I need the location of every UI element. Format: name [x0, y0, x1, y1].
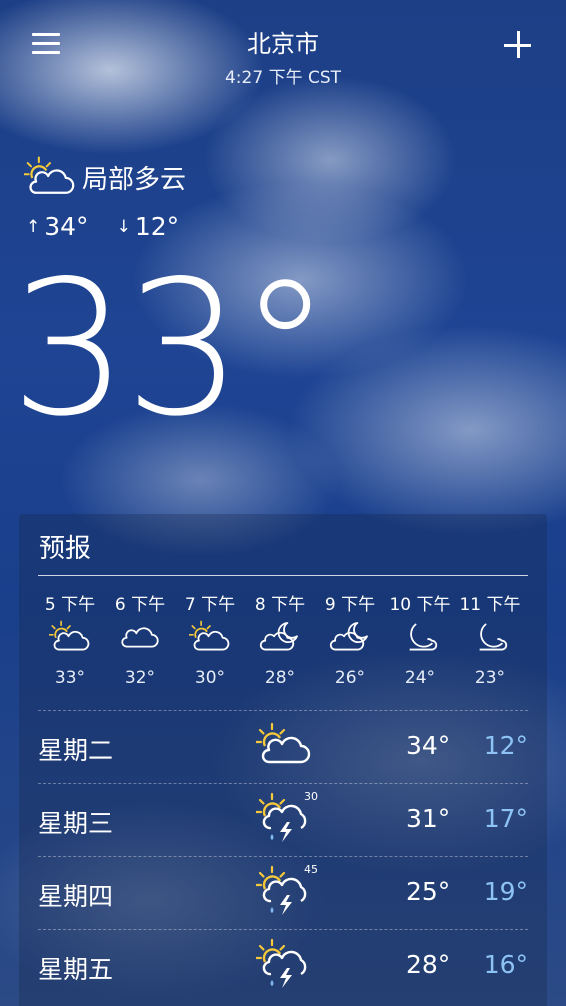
moon-cloud-icon — [469, 620, 511, 654]
current-condition: 局部多云 — [24, 152, 186, 202]
hourly-item: 11 下午 23° — [455, 590, 525, 688]
day-name: 星期三 — [38, 809, 114, 838]
hourly-item: 8 下午 28° — [245, 590, 315, 688]
hour-temp: 24° — [404, 668, 436, 688]
daily-row[interactable]: 星期四 45 25° 19° — [38, 856, 528, 929]
today-high-low: ↑ 34° ↓ 12° — [26, 212, 179, 241]
divider — [38, 575, 528, 576]
hour-time: 9 下午 — [324, 595, 376, 615]
hour-time: 10 下午 — [389, 595, 451, 615]
hour-time: 8 下午 — [254, 595, 306, 615]
day-low: 12° — [483, 731, 528, 760]
add-location-icon[interactable] — [503, 30, 533, 60]
day-name: 星期二 — [38, 736, 114, 765]
hourly-item: 5 下午 33° — [35, 590, 105, 688]
app-header: 北京市 4:27 下午 CST — [0, 0, 566, 96]
hour-temp: 30° — [194, 668, 226, 688]
day-high: 34° — [406, 731, 451, 760]
partly-cloudy-night-icon — [259, 620, 301, 654]
partly-cloudy-night-icon — [329, 620, 371, 654]
day-name: 星期四 — [38, 882, 114, 911]
precip-chance: 30 — [304, 790, 318, 803]
forecast-title: 预报 — [39, 534, 92, 564]
partly-cloudy-day-icon — [49, 620, 91, 654]
hour-time: 7 下午 — [184, 595, 236, 615]
hourly-item: 10 下午 24° — [385, 590, 455, 688]
day-high: 25° — [406, 877, 451, 906]
hourly-item: 9 下午 26° — [315, 590, 385, 688]
city-name: 北京市 — [247, 30, 319, 58]
day-low: 19° — [483, 877, 528, 906]
hour-temp: 26° — [334, 668, 366, 688]
day-name: 星期五 — [38, 955, 114, 984]
partly-cloudy-day-icon — [189, 620, 231, 654]
current-temperature: 33° — [10, 240, 332, 457]
partly-cloudy-day-icon — [24, 155, 76, 199]
day-high: 28° — [406, 950, 451, 979]
daily-row[interactable]: 星期二 34° 12° — [38, 710, 528, 783]
daily-row[interactable]: 星期三 30 31° 17° — [38, 783, 528, 856]
precip-chance: 45 — [304, 863, 318, 876]
local-time: 4:27 下午 CST — [224, 68, 342, 88]
hourly-item: 6 下午 32° — [105, 590, 175, 688]
today-high: 34° — [44, 212, 89, 241]
hour-temp: 33° — [54, 668, 86, 688]
hour-time: 11 下午 — [459, 595, 521, 615]
hour-temp: 32° — [124, 668, 156, 688]
thunderstorm-icon — [256, 938, 312, 990]
day-low: 16° — [483, 950, 528, 979]
hour-time: 6 下午 — [114, 595, 166, 615]
today-low: 12° — [134, 212, 180, 241]
arrow-down-icon: ↓ — [116, 216, 131, 237]
cloud-icon — [119, 620, 161, 654]
partly-cloudy-day-icon — [256, 719, 312, 771]
day-high: 31° — [406, 804, 451, 833]
forecast-panel: 预报 5 下午 33° 6 下午 32° 7 下午 30° 8 下午 28° 9… — [19, 514, 547, 1006]
hour-temp: 23° — [474, 668, 506, 688]
arrow-up-icon: ↑ — [26, 216, 41, 237]
hourly-item: 7 下午 30° — [175, 590, 245, 688]
hour-temp: 28° — [264, 668, 296, 688]
hour-time: 5 下午 — [44, 595, 96, 615]
daily-row[interactable]: 星期五 28° 16° — [38, 929, 528, 1002]
moon-cloud-icon — [399, 620, 441, 654]
condition-text: 局部多云 — [82, 164, 187, 195]
day-low: 17° — [483, 804, 528, 833]
